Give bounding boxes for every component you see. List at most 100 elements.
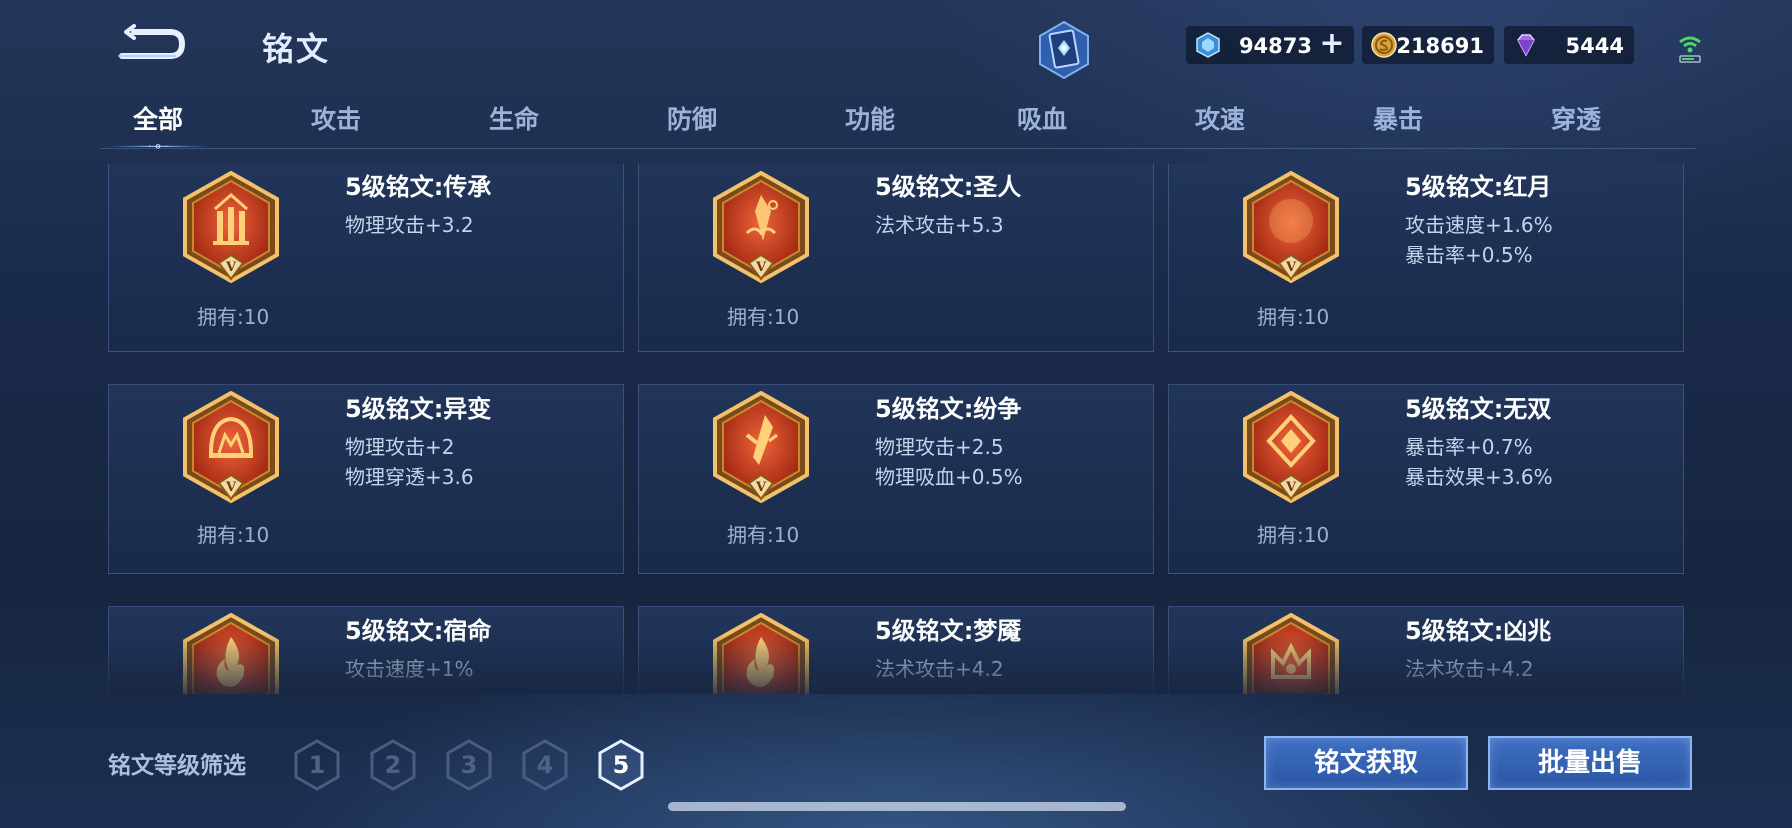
level-filter-2[interactable]: 2	[368, 738, 418, 792]
tab-4[interactable]: 功能	[800, 100, 940, 148]
diamond-rune-icon: V	[1241, 390, 1341, 507]
rune-name: 5级铭文:异变	[345, 395, 492, 423]
rune-book-icon[interactable]	[1036, 20, 1092, 80]
gold-coin-icon	[1371, 32, 1397, 58]
rune-name: 5级铭文:红月	[1405, 173, 1552, 201]
active-tab-indicator	[106, 144, 210, 149]
tab-label: 全部	[132, 105, 183, 134]
rune-stat: 物理穿透+3.6	[345, 465, 474, 489]
moon-rune-icon: V	[1241, 170, 1341, 287]
helmet-rune-icon: V	[181, 390, 281, 507]
gem-amount: 94873	[1238, 34, 1312, 58]
rune-stat: 暴击率+0.7%	[1405, 435, 1533, 459]
blue-gem-icon	[1196, 32, 1220, 58]
rune-name: 5级铭文:传承	[345, 173, 492, 201]
rune-stat: 暴击率+0.5%	[1405, 243, 1533, 267]
rune-stat: 物理攻击+2	[345, 435, 455, 459]
rune-owned-count: 拥有:10	[1257, 305, 1330, 329]
tab-label: 生命	[488, 105, 539, 134]
category-tabs: 全部 攻击 生命 防御 功能 吸血 攻速 暴击 穿透	[100, 100, 1696, 150]
svg-text:V: V	[755, 260, 767, 275]
level-filter-4[interactable]: 4	[520, 738, 570, 792]
gem-currency: 94873 +	[1186, 26, 1354, 64]
rune-owned-count: 拥有:10	[197, 305, 270, 329]
rune-grid: V 5级铭文:传承 物理攻击+3.2 拥有:10 V 5级铭文:圣人 法术攻击+5.3 拥有:…	[108, 164, 1684, 694]
level-filter-1[interactable]: 1	[292, 738, 342, 792]
wifi-signal-icon	[1679, 36, 1701, 63]
tab-7[interactable]: 暴击	[1328, 100, 1468, 148]
tab-label: 功能	[844, 105, 895, 134]
svg-text:V: V	[225, 260, 237, 275]
rune-stat: 法术攻击+4.2	[1405, 657, 1534, 681]
rune-stat: 攻击速度+1.6%	[1405, 213, 1553, 237]
rune-name: 5级铭文:凶兆	[1405, 617, 1552, 645]
tab-3[interactable]: 防御	[622, 100, 762, 148]
tab-label: 攻速	[1194, 105, 1245, 134]
rune-stat: 法术攻击+4.2	[875, 657, 1004, 681]
level-filter-label: 5	[612, 751, 630, 779]
rune-owned-count: 拥有:10	[197, 523, 270, 547]
flame-rune-icon: V	[181, 612, 281, 694]
home-indicator[interactable]	[668, 802, 1126, 811]
tab-label: 吸血	[1016, 105, 1067, 134]
rune-stat: 物理攻击+3.2	[345, 213, 474, 237]
rune-name: 5级铭文:无双	[1405, 395, 1552, 423]
tab-1[interactable]: 攻击	[266, 100, 406, 148]
level-filter-label: 3	[460, 751, 478, 779]
add-currency-button[interactable]: +	[1318, 29, 1346, 59]
rune-stat: 物理吸血+0.5%	[875, 465, 1023, 489]
rune-owned-count: 拥有:10	[727, 305, 800, 329]
svg-text:V: V	[755, 480, 767, 495]
tab-5[interactable]: 吸血	[972, 100, 1112, 148]
flame-rune-icon: V	[711, 612, 811, 694]
rune-card[interactable]: V 5级铭文:传承物理攻击+3.2 拥有:10	[108, 164, 624, 352]
level-filter-label: 1	[308, 751, 326, 779]
svg-text:V: V	[225, 480, 237, 495]
level-filter-5[interactable]: 5	[596, 738, 646, 792]
level-filter-label: 铭文等级筛选	[108, 753, 246, 779]
crystal-rune-icon: V	[711, 170, 811, 287]
rune-card[interactable]: V 5级铭文:凶兆法术攻击+4.2	[1168, 606, 1684, 694]
rune-card[interactable]: V 5级铭文:圣人 法术攻击+5.3 拥有:10	[638, 164, 1154, 352]
rune-stat: 攻击速度+1%	[345, 657, 474, 681]
crown-rune-icon: V	[1241, 612, 1341, 694]
svg-text:V: V	[1285, 260, 1297, 275]
tab-0[interactable]: 全部	[88, 100, 228, 149]
get-rune-button[interactable]: 铭文获取	[1264, 736, 1468, 790]
blade-rune-icon: V	[711, 390, 811, 507]
rune-card[interactable]: V 5级铭文:宿命攻击速度+1%	[108, 606, 624, 694]
coin-amount: 218691	[1396, 34, 1484, 58]
rune-card[interactable]: V 5级铭文:异变物理攻击+2 物理穿透+3.6 拥有:10	[108, 384, 624, 574]
rune-stat: 暴击效果+3.6%	[1405, 465, 1553, 489]
pillars-rune-icon: V	[181, 170, 281, 287]
tab-label: 暴击	[1372, 105, 1423, 134]
back-button[interactable]	[112, 24, 192, 64]
rune-name: 5级铭文:纷争	[875, 395, 1022, 423]
coin-currency: 218691	[1362, 26, 1494, 64]
diamond-currency: 5444	[1504, 26, 1634, 64]
svg-text:V: V	[1285, 480, 1297, 495]
tab-6[interactable]: 攻速	[1150, 100, 1290, 148]
rune-stat: 物理攻击+2.5	[875, 435, 1004, 459]
diamond-amount: 5444	[1565, 34, 1624, 58]
tabs-divider	[100, 148, 1696, 149]
rune-owned-count: 拥有:10	[727, 523, 800, 547]
rune-name: 5级铭文:梦魇	[875, 617, 1022, 645]
rune-card[interactable]: V 5级铭文:无双暴击率+0.7% 暴击效果+3.6% 拥有:10	[1168, 384, 1684, 574]
page-title: 铭文	[262, 30, 331, 68]
tab-8[interactable]: 穿透	[1506, 100, 1646, 148]
rune-owned-count: 拥有:10	[1257, 523, 1330, 547]
rune-card[interactable]: V 5级铭文:纷争物理攻击+2.5 物理吸血+0.5% 拥有:10	[638, 384, 1154, 574]
rune-card[interactable]: V 5级铭文:梦魇法术攻击+4.2	[638, 606, 1154, 694]
bulk-sell-button[interactable]: 批量出售	[1488, 736, 1692, 790]
level-filter-3[interactable]: 3	[444, 738, 494, 792]
rune-name: 5级铭文:圣人	[875, 173, 1022, 201]
rune-card[interactable]: V 5级铭文:红月攻击速度+1.6% 暴击率+0.5% 拥有:10	[1168, 164, 1684, 352]
tab-label: 穿透	[1550, 105, 1601, 134]
back-arrow-icon	[118, 24, 186, 59]
level-filter-label: 4	[536, 751, 554, 779]
purple-diamond-icon	[1517, 34, 1535, 57]
rune-screen: 铭文 94873 + 218691 5444 全部 攻击 生命 防御 功能 吸血…	[0, 0, 1792, 828]
rune-name: 5级铭文:宿命	[345, 617, 492, 645]
tab-2[interactable]: 生命	[444, 100, 584, 148]
